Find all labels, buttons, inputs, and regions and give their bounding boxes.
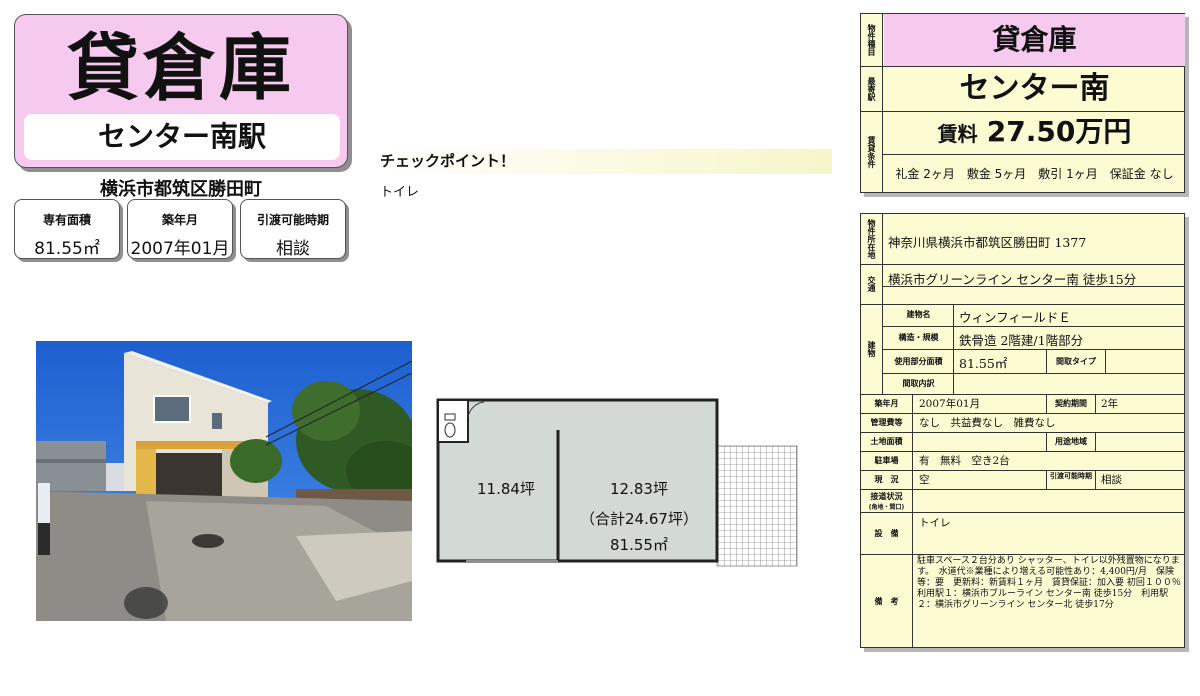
parking-value: 有 無料 空き2台 xyxy=(919,455,1010,467)
floor-plan: 11.84坪 12.83坪 （合計24.67坪） 81.55㎡ xyxy=(436,398,800,568)
room2-tsubo: 12.83坪 xyxy=(610,480,668,498)
room1-tsubo: 11.84坪 xyxy=(477,480,535,498)
summary-table: 物件種目 最寄駅 賃貸条件 貸倉庫 センター南 賃料 27.50万円 礼金 2ヶ… xyxy=(860,13,1185,193)
built-label: 築年月 xyxy=(861,395,913,413)
layout-detail-label: 間取内訳 xyxy=(884,374,954,394)
spec-built: 築年月 2007年01月 xyxy=(127,199,233,259)
checkpoint-heading: チェックポイント！ xyxy=(374,149,832,174)
summary-station-label: 最寄駅 xyxy=(861,66,883,111)
road-label-cell: 接道状況 (角地・間口) xyxy=(861,490,913,512)
spec-area-label: 専有面積 xyxy=(42,213,91,227)
summary-rent-value: 27.50万円 xyxy=(986,115,1132,148)
address-line: 横浜市都筑区勝田町 xyxy=(100,179,262,200)
spec-area: 専有面積 81.55㎡ xyxy=(14,199,120,259)
summary-type: 貸倉庫 xyxy=(884,14,1185,66)
road-label: 接道状況 xyxy=(870,492,903,501)
status-value: 空 xyxy=(919,474,930,486)
property-type-title: 貸倉庫 xyxy=(66,26,295,110)
location-label: 物件所在地 xyxy=(861,214,883,264)
building-label: 建物 xyxy=(861,304,883,394)
spec-handover-value: 相談 xyxy=(276,239,310,259)
summary-conditions: 礼金 2ヶ月 敷金 5ヶ月 敷引 1ヶ月 保証金 なし xyxy=(895,167,1174,181)
summary-station: センター南 xyxy=(959,71,1110,106)
details-table: 物件所在地 神奈川県横浜市都筑区勝田町 1377 交通 横浜市グリーンライン セ… xyxy=(860,213,1190,648)
area-value: 81.55㎡ xyxy=(959,356,1008,371)
spec-built-value: 2007年01月 xyxy=(130,239,230,259)
zoning-label: 用途地域 xyxy=(1046,433,1096,451)
station-name: センター南駅 xyxy=(24,114,340,160)
summary-rent: 賃料 27.50万円 xyxy=(884,113,1185,151)
floorplan-area: 81.55㎡ xyxy=(610,536,668,554)
mgmt-label: 管理費等 xyxy=(861,414,913,432)
contract-label: 契約期間 xyxy=(1046,395,1096,413)
equipment-label: 設 備 xyxy=(861,513,913,554)
structure-value: 鉄骨造 2階建/1階部分 xyxy=(959,333,1084,348)
remarks-label: 備 考 xyxy=(861,555,913,648)
built-value: 2007年01月 xyxy=(919,398,981,410)
mgmt-value: なし 共益費なし 雑費なし xyxy=(919,417,1056,429)
equipment-value: トイレ xyxy=(919,517,951,529)
building-photo xyxy=(36,341,412,621)
structure-label: 構造・規模 xyxy=(884,327,954,349)
spec-built-label: 築年月 xyxy=(161,213,198,227)
spec-area-value: 81.55㎡ xyxy=(34,239,100,259)
building-name-value: ウィンフィールドＥ xyxy=(959,310,1071,325)
summary-type-label: 物件種目 xyxy=(861,14,883,66)
checkpoint-body: トイレ xyxy=(380,185,420,200)
summary-rent-prefix: 賃料 xyxy=(937,122,978,146)
summary-rent-label: 賃貸条件 xyxy=(861,111,883,193)
location-value: 神奈川県横浜市都筑区勝田町 1377 xyxy=(888,235,1087,250)
spec-handover-label: 引渡可能時期 xyxy=(256,213,329,227)
area-label: 使用部分面積 xyxy=(884,350,954,373)
handover-value: 相談 xyxy=(1101,474,1122,486)
parking-label: 駐車場 xyxy=(861,452,913,470)
contract-value: 2年 xyxy=(1101,398,1119,410)
land-label: 土地面積 xyxy=(861,433,913,451)
road-sublabel: (角地・間口) xyxy=(868,504,905,511)
status-label: 現 況 xyxy=(861,471,913,489)
handover-label: 引渡可能時期 xyxy=(1046,471,1096,489)
transport-label: 交通 xyxy=(861,264,883,304)
remarks-value: 駐車スペース２台分あり シャッター、トイレ以外残置物になります。 水道代※業種に… xyxy=(917,556,1190,610)
spec-handover: 引渡可能時期 相談 xyxy=(240,199,346,259)
title-card: 貸倉庫 センター南駅 xyxy=(14,14,348,168)
layout-type-label: 間取タイプ xyxy=(1046,350,1106,373)
building-name-label: 建物名 xyxy=(884,304,954,326)
total-tsubo: （合計24.67坪） xyxy=(580,510,698,528)
